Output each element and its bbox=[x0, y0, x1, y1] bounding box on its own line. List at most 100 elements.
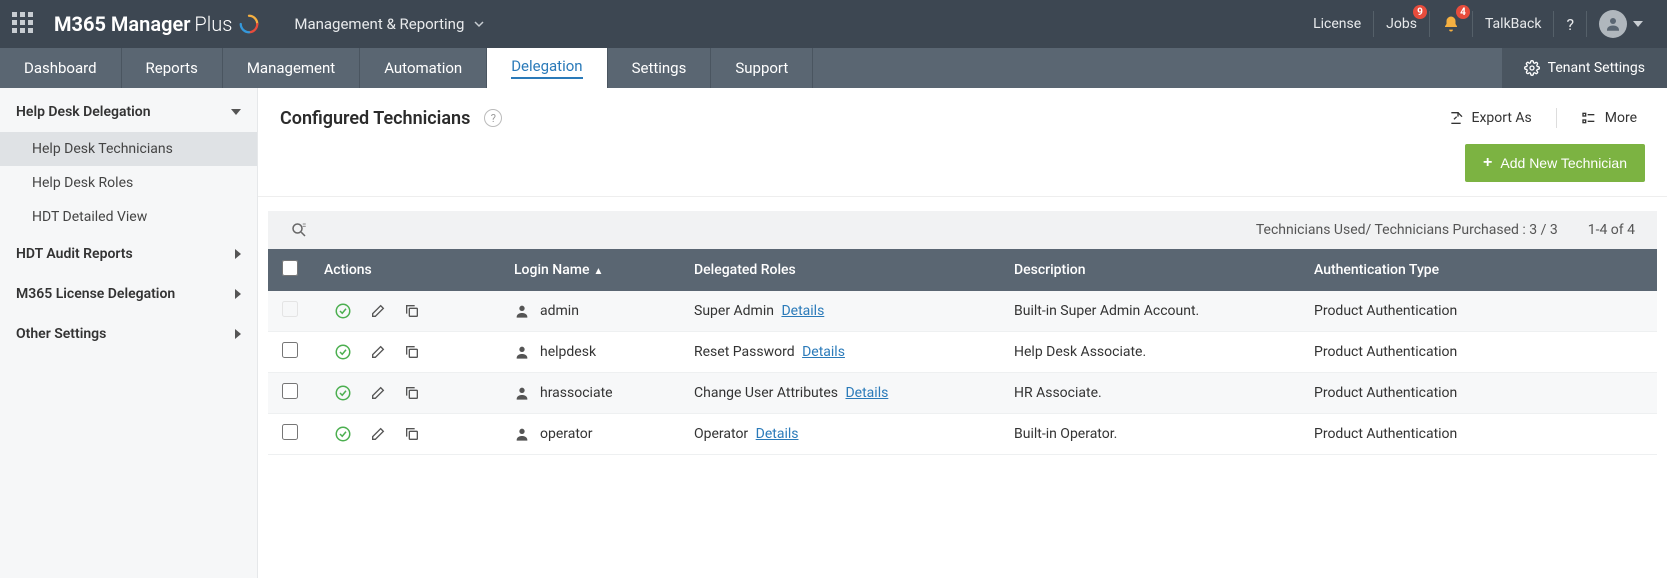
role-text: Change User Attributes bbox=[694, 385, 841, 401]
col-roles: Delegated Roles bbox=[682, 249, 1002, 291]
nav-tab-label: Management bbox=[247, 59, 335, 77]
login-name: hrassociate bbox=[540, 385, 613, 401]
row-checkbox[interactable] bbox=[282, 383, 298, 399]
topbar: M365 Manager Plus Management & Reporting… bbox=[0, 0, 1667, 48]
nav-tab-automation[interactable]: Automation bbox=[360, 48, 487, 88]
select-all-checkbox[interactable] bbox=[282, 260, 298, 276]
nav-tab-delegation[interactable]: Delegation bbox=[487, 48, 607, 88]
app-launcher-icon[interactable] bbox=[12, 12, 36, 36]
sort-asc-icon: ▲ bbox=[593, 266, 603, 277]
chevron-right-icon bbox=[235, 289, 241, 299]
copy-icon[interactable] bbox=[404, 303, 420, 319]
help-button[interactable]: ? bbox=[1553, 11, 1586, 37]
nav-tab-label: Dashboard bbox=[24, 59, 97, 77]
separator bbox=[1556, 108, 1557, 128]
edit-icon[interactable] bbox=[370, 426, 386, 442]
login-name: operator bbox=[540, 426, 593, 442]
details-link[interactable]: Details bbox=[781, 303, 824, 319]
enable-icon[interactable] bbox=[334, 302, 352, 320]
description-cell: HR Associate. bbox=[1002, 373, 1302, 414]
enable-icon[interactable] bbox=[334, 384, 352, 402]
copy-icon[interactable] bbox=[404, 385, 420, 401]
sidebar-item[interactable]: Help Desk Technicians bbox=[0, 132, 257, 166]
technicians-table: Actions Login Name ▲ Delegated Roles Desc… bbox=[268, 249, 1657, 455]
table-row: adminSuper Admin DetailsBuilt-in Super A… bbox=[268, 291, 1657, 332]
alerts-button[interactable]: 4 bbox=[1429, 11, 1472, 37]
search-icon[interactable] bbox=[290, 221, 308, 239]
table-toolbar: Technicians Used/ Technicians Purchased … bbox=[268, 211, 1657, 249]
nav-tab-settings[interactable]: Settings bbox=[608, 48, 712, 88]
sidebar: Help Desk Delegation Help Desk Technicia… bbox=[0, 88, 258, 578]
sidebar-item[interactable]: HDT Detailed View bbox=[0, 200, 257, 234]
sidebar-group-audit[interactable]: HDT Audit Reports bbox=[0, 234, 257, 274]
export-button[interactable]: Export As bbox=[1440, 106, 1540, 130]
col-desc: Description bbox=[1002, 249, 1302, 291]
details-link[interactable]: Details bbox=[845, 385, 888, 401]
nav-tab-label: Delegation bbox=[511, 57, 582, 79]
table-row: helpdeskReset Password DetailsHelp Desk … bbox=[268, 332, 1657, 373]
topbar-right: License Jobs 9 4 TalkBack ? bbox=[1301, 11, 1655, 37]
page-title: Configured Technicians bbox=[280, 108, 470, 129]
nav-tab-support[interactable]: Support bbox=[711, 48, 813, 88]
tenant-settings-button[interactable]: Tenant Settings bbox=[1502, 48, 1667, 88]
col-login-label: Login Name bbox=[514, 262, 589, 278]
description-cell: Built-in Super Admin Account. bbox=[1002, 291, 1302, 332]
col-login[interactable]: Login Name ▲ bbox=[502, 249, 682, 291]
nav-tab-label: Automation bbox=[384, 59, 462, 77]
auth-cell: Product Authentication bbox=[1302, 373, 1657, 414]
nav-tab-label: Settings bbox=[632, 59, 687, 77]
brand: M365 Manager Plus bbox=[54, 12, 260, 36]
nav-tab-management[interactable]: Management bbox=[223, 48, 360, 88]
copy-icon[interactable] bbox=[404, 344, 420, 360]
edit-icon[interactable] bbox=[370, 303, 386, 319]
col-actions: Actions bbox=[312, 249, 502, 291]
help-icon[interactable]: ? bbox=[484, 109, 502, 127]
edit-icon[interactable] bbox=[370, 385, 386, 401]
details-link[interactable]: Details bbox=[756, 426, 799, 442]
top-module-dropdown[interactable]: Management & Reporting bbox=[294, 15, 484, 33]
details-link[interactable]: Details bbox=[802, 344, 845, 360]
chevron-down-icon bbox=[474, 19, 484, 29]
table-row: hrassociate Change User Attributes Detail… bbox=[268, 373, 1657, 414]
sidebar-group-license[interactable]: M365 License Delegation bbox=[0, 274, 257, 314]
sidebar-group-other[interactable]: Other Settings bbox=[0, 314, 257, 354]
talkback-label: TalkBack bbox=[1485, 16, 1541, 32]
description-cell: Help Desk Associate. bbox=[1002, 332, 1302, 373]
gear-icon bbox=[1524, 60, 1540, 76]
user-icon bbox=[514, 385, 530, 401]
row-checkbox bbox=[282, 301, 298, 317]
pagination-range: 1-4 of 4 bbox=[1588, 222, 1635, 238]
more-label: More bbox=[1605, 110, 1637, 126]
login-name: helpdesk bbox=[540, 344, 596, 360]
user-icon bbox=[514, 303, 530, 319]
copy-icon[interactable] bbox=[404, 426, 420, 442]
row-checkbox[interactable] bbox=[282, 342, 298, 358]
edit-icon[interactable] bbox=[370, 344, 386, 360]
more-button[interactable]: More bbox=[1573, 106, 1645, 130]
nav-tab-reports[interactable]: Reports bbox=[122, 48, 223, 88]
license-link[interactable]: License bbox=[1301, 11, 1373, 37]
brand-prefix: M365 bbox=[54, 12, 106, 36]
col-checkbox bbox=[268, 249, 312, 291]
jobs-badge: 9 bbox=[1413, 5, 1427, 19]
sidebar-item[interactable]: Help Desk Roles bbox=[0, 166, 257, 200]
nav-tab-label: Reports bbox=[146, 59, 198, 77]
add-label: Add New Technician bbox=[1500, 155, 1627, 171]
add-technician-button[interactable]: + Add New Technician bbox=[1465, 144, 1645, 182]
license-label: License bbox=[1313, 16, 1361, 32]
page-header: Configured Technicians ? Export As More bbox=[258, 88, 1667, 144]
sidebar-group-helpdesk[interactable]: Help Desk Delegation bbox=[0, 92, 257, 132]
talkback-link[interactable]: TalkBack bbox=[1472, 11, 1553, 37]
navbar: Dashboard Reports Management Automation Dele… bbox=[0, 48, 1667, 88]
user-icon bbox=[514, 426, 530, 442]
sidebar-group-label: HDT Audit Reports bbox=[16, 246, 133, 262]
enable-icon[interactable] bbox=[334, 425, 352, 443]
jobs-link[interactable]: Jobs 9 bbox=[1373, 11, 1429, 37]
jobs-label: Jobs bbox=[1386, 16, 1417, 32]
user-menu[interactable] bbox=[1586, 11, 1655, 37]
enable-icon[interactable] bbox=[334, 343, 352, 361]
row-checkbox[interactable] bbox=[282, 424, 298, 440]
nav-tab-dashboard[interactable]: Dashboard bbox=[0, 48, 122, 88]
tenant-settings-label: Tenant Settings bbox=[1548, 60, 1645, 76]
col-auth: Authentication Type bbox=[1302, 249, 1657, 291]
